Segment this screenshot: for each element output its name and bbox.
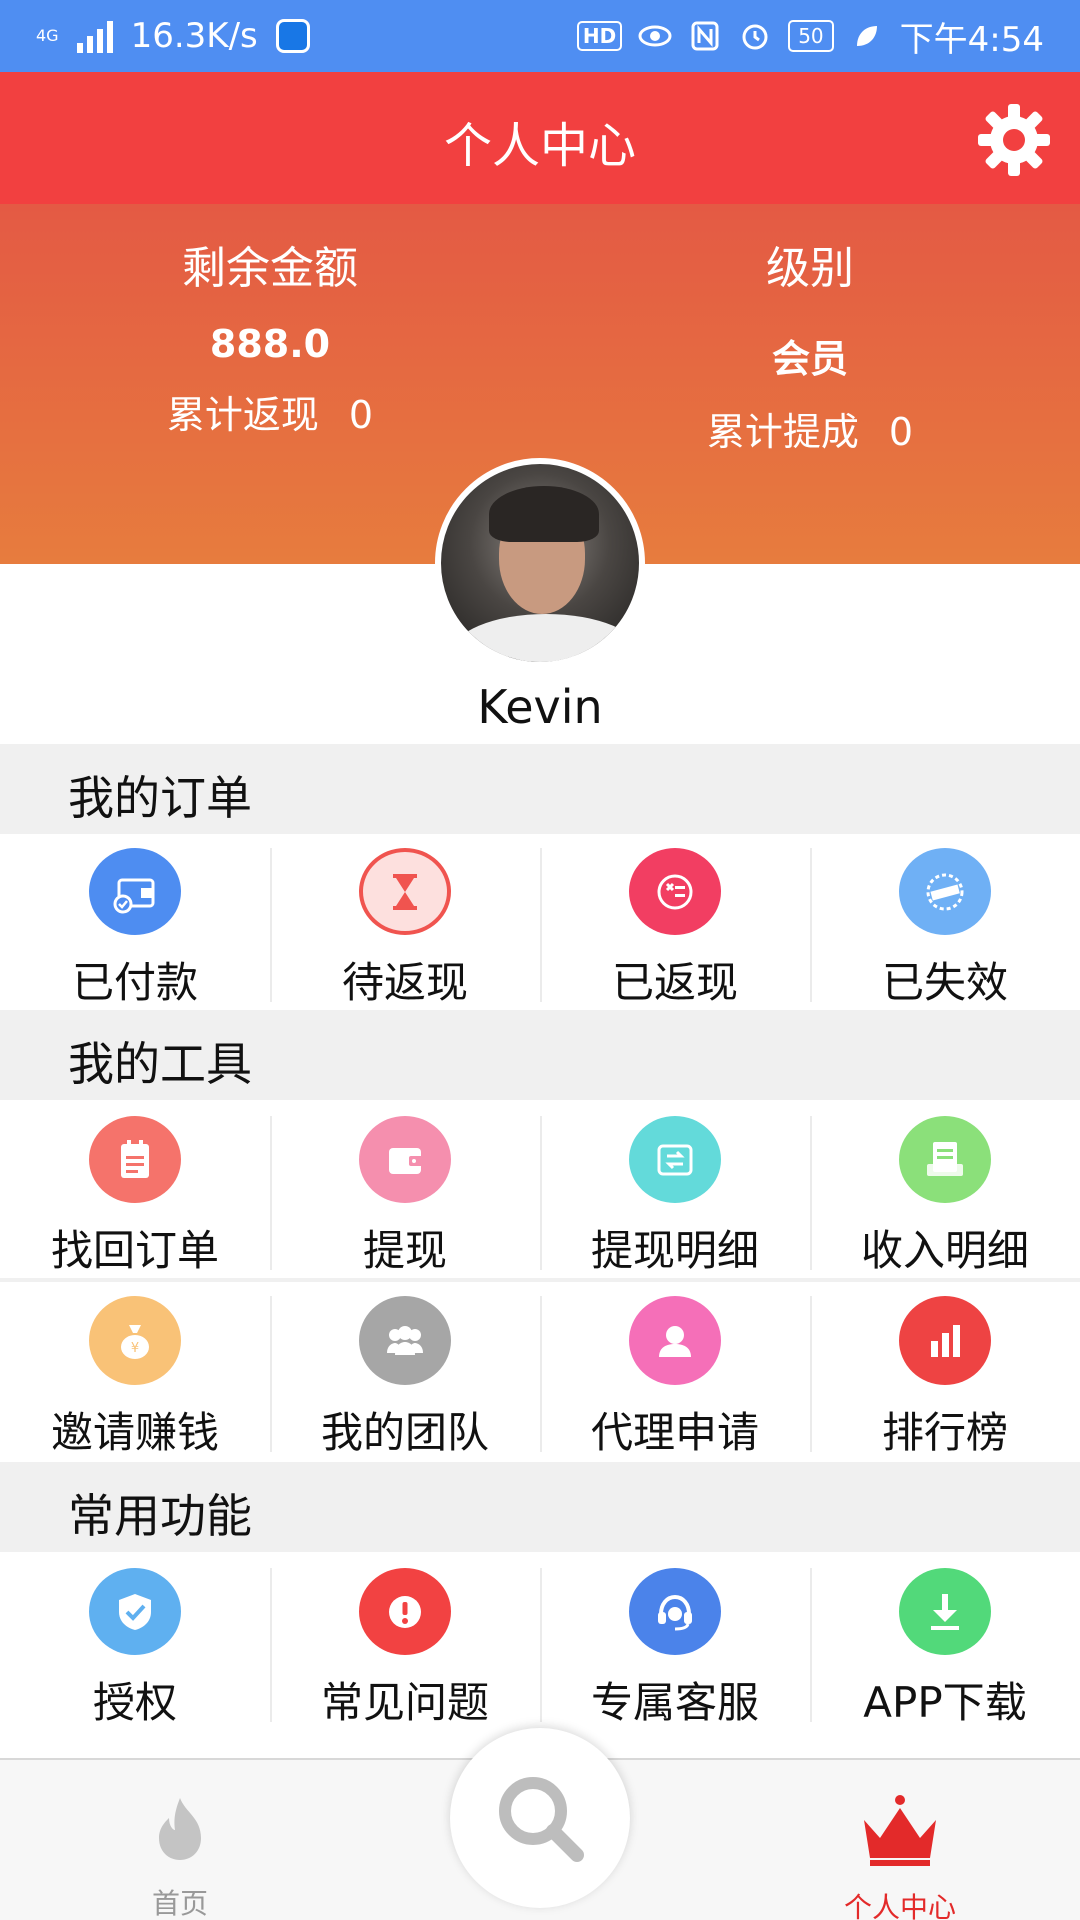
common-authorize-label: 授权 [92, 1678, 177, 1727]
tool-withdraw-label: 提现 [362, 1226, 447, 1275]
money-bag-icon: ¥ [89, 1296, 181, 1385]
bar-chart-icon [899, 1296, 991, 1385]
tool-invite-item[interactable]: ¥ 邀请赚钱 [0, 1282, 270, 1460]
eye-icon [638, 21, 672, 51]
order-pending-label: 待返现 [341, 958, 468, 1007]
tool-invite-label: 邀请赚钱 [50, 1408, 219, 1457]
wallet-check-icon [89, 848, 181, 935]
download-icon [899, 1568, 991, 1655]
common-download-item[interactable]: APP下载 [810, 1554, 1080, 1730]
tools-grid-row-1: 找回订单 提现 提现明细 收入明细 [0, 1102, 1080, 1278]
crown-icon [864, 1795, 936, 1866]
battery-icon: 50 [788, 20, 834, 52]
order-expired-item[interactable]: 已失效 [810, 834, 1080, 1010]
network-speed: 16.3K/s [130, 16, 258, 56]
security-shield-icon [275, 19, 310, 53]
person-icon [629, 1296, 721, 1385]
order-paid-item[interactable]: 已付款 [0, 834, 270, 1010]
orders-section-header: 我的订单 [0, 744, 1080, 834]
order-pending-item[interactable]: 待返现 [270, 834, 540, 1010]
balance-label: 剩余金额 [182, 243, 358, 294]
tool-income-detail-label: 收入明细 [860, 1226, 1029, 1275]
search-icon [499, 1777, 584, 1862]
status-bar: 4G 16.3K/s HD 50 下午4:54 [0, 0, 1080, 72]
cashback-label: 累计返现 [166, 393, 319, 437]
svg-text:¥: ¥ [131, 1341, 139, 1356]
cashback-row: 累计返现 0 [130, 384, 410, 439]
nav-home-tab[interactable]: 首页 [80, 1794, 280, 1920]
search-fab-button[interactable] [450, 1728, 630, 1908]
level-label: 级别 [766, 243, 854, 294]
tool-withdraw-detail-item[interactable]: 提现明细 [540, 1102, 810, 1278]
nfc-icon [688, 21, 722, 51]
commission-label: 累计提成 [706, 410, 859, 454]
flame-icon [159, 1798, 201, 1860]
alarm-icon [738, 21, 772, 51]
headset-icon [629, 1568, 721, 1655]
tool-ranking-label: 排行榜 [881, 1408, 1008, 1457]
common-service-item[interactable]: 专属客服 [540, 1554, 810, 1730]
orders-grid: 已付款 待返现 已返现 已失效 [0, 834, 1080, 1010]
shield-check-icon [89, 1568, 181, 1655]
common-section-title: 常用功能 [68, 1489, 252, 1543]
team-icon [359, 1296, 451, 1385]
common-grid: 授权 常见问题 专属客服 APP下载 [0, 1554, 1080, 1730]
battery-level: 50 [798, 24, 824, 48]
common-section-header: 常用功能 [0, 1462, 1080, 1552]
tool-income-detail-item[interactable]: 收入明细 [810, 1102, 1080, 1278]
expired-stamp-icon [899, 848, 991, 935]
nav-home-label: 首页 [151, 1887, 208, 1920]
tool-withdraw-item[interactable]: 提现 [270, 1102, 540, 1278]
tools-section-header: 我的工具 [0, 1010, 1080, 1100]
order-returned-item[interactable]: 已返现 [540, 834, 810, 1010]
clipboard-icon [89, 1116, 181, 1203]
hd-icon: HD [576, 21, 623, 51]
exclamation-icon [359, 1568, 451, 1655]
tool-recover-order-label: 找回订单 [50, 1226, 219, 1275]
balance-value: 888.0 [209, 322, 331, 366]
order-paid-label: 已付款 [71, 958, 198, 1007]
leaf-icon [850, 21, 884, 51]
receipt-icon [899, 1116, 991, 1203]
avatar[interactable] [435, 458, 645, 668]
tool-withdraw-detail-label: 提现明细 [590, 1226, 759, 1275]
level-value: 会员 [771, 337, 848, 381]
nav-profile-tab[interactable]: 个人中心 [800, 1794, 1000, 1920]
hourglass-icon [359, 848, 451, 935]
tool-ranking-item[interactable]: 排行榜 [810, 1282, 1080, 1460]
common-service-label: 专属客服 [590, 1678, 759, 1727]
cashback-value: 0 [348, 393, 374, 437]
network-type: 4G [36, 26, 59, 45]
transfer-icon [629, 1116, 721, 1203]
order-expired-label: 已失效 [881, 958, 1008, 1007]
level-block: 级别 会员 累计提成 0 [670, 232, 950, 456]
username: Kevin [477, 680, 603, 734]
orders-section-title: 我的订单 [68, 771, 252, 825]
commission-row: 累计提成 0 [670, 401, 950, 456]
clock: 下午4:54 [899, 19, 1044, 60]
tool-agent-apply-label: 代理申请 [590, 1408, 759, 1457]
common-authorize-item[interactable]: 授权 [0, 1554, 270, 1730]
balance-block: 剩余金额 888.0 累计返现 0 [130, 232, 410, 439]
tools-grid-row-2: ¥ 邀请赚钱 我的团队 代理申请 排行榜 [0, 1282, 1080, 1460]
common-download-label: APP下载 [863, 1678, 1027, 1727]
tools-section-title: 我的工具 [68, 1037, 252, 1091]
nav-profile-label: 个人中心 [843, 1891, 956, 1920]
return-icon [629, 848, 721, 935]
app-header: 个人中心 [0, 72, 1080, 204]
signal-icon [76, 19, 113, 53]
page-title: 个人中心 [443, 118, 636, 174]
commission-value: 0 [888, 410, 914, 454]
tool-agent-apply-item[interactable]: 代理申请 [540, 1282, 810, 1460]
tool-recover-order-item[interactable]: 找回订单 [0, 1102, 270, 1278]
tool-team-label: 我的团队 [320, 1408, 489, 1457]
common-faq-item[interactable]: 常见问题 [270, 1554, 540, 1730]
wallet-icon [359, 1116, 451, 1203]
order-returned-label: 已返现 [611, 958, 738, 1007]
tool-team-item[interactable]: 我的团队 [270, 1282, 540, 1460]
settings-gear-icon[interactable] [976, 102, 1052, 178]
common-faq-label: 常见问题 [320, 1678, 489, 1727]
